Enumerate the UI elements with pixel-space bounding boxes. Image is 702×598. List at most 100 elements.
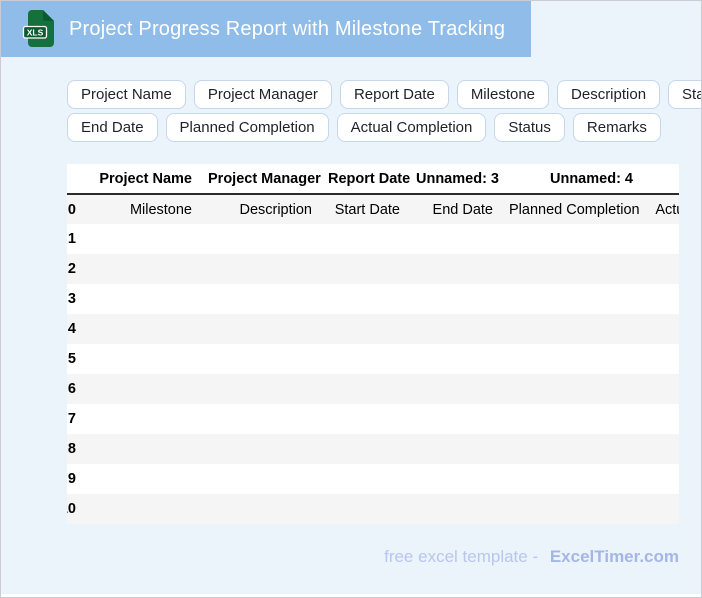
- chip-row-2: End Date Planned Completion Actual Complet…: [67, 113, 701, 142]
- column-chip-planned-completion[interactable]: Planned Completion: [165, 113, 329, 142]
- table-row: 7: [67, 404, 679, 434]
- table-cell: [501, 494, 641, 524]
- table-col-header: Project Name: [84, 164, 200, 195]
- table-cell: [408, 464, 501, 494]
- exceltimer-link[interactable]: ExcelTimer.com: [550, 547, 679, 566]
- table-cell: [84, 284, 200, 314]
- table-cell: [320, 464, 408, 494]
- table-cell: [84, 374, 200, 404]
- table-col-header: Unnamed: 4: [501, 164, 641, 195]
- table-cell: [641, 254, 679, 284]
- table-cell: [84, 434, 200, 464]
- column-chip-remarks[interactable]: Remarks: [572, 113, 661, 142]
- table-cell: [641, 404, 679, 434]
- table-cell: [641, 314, 679, 344]
- table-cell: [320, 254, 408, 284]
- table-cell: [641, 464, 679, 494]
- table-row: 0 Milestone Description Start Date End Date P…: [67, 194, 679, 224]
- table-cell: [641, 224, 679, 254]
- table-cell: Start Date: [334, 201, 400, 218]
- table-row: 3: [67, 284, 679, 314]
- table-row: 4: [67, 314, 679, 344]
- table-cell: [84, 464, 200, 494]
- table-cell: [408, 344, 501, 374]
- data-table: Project Name Project Manager Report Date Un…: [67, 164, 679, 524]
- table-row: 6: [67, 374, 679, 404]
- column-chip-start-date[interactable]: Start Date: [668, 80, 701, 109]
- table-cell: Description: [239, 201, 312, 218]
- column-chips: Project Name Project Manager Report Date Mi…: [67, 80, 701, 146]
- table-row: 9: [67, 464, 679, 494]
- table-row: 2: [67, 254, 679, 284]
- column-chip-status[interactable]: Status: [494, 113, 565, 142]
- table-cell: [84, 224, 200, 254]
- row-index: 8: [67, 441, 76, 457]
- table-cell: [501, 284, 641, 314]
- column-chip-project-manager[interactable]: Project Manager: [193, 80, 332, 109]
- table-cell: [84, 344, 200, 374]
- table-cell: [320, 404, 408, 434]
- table-cell: Actual Completion: [655, 201, 679, 218]
- column-chip-end-date[interactable]: End Date: [67, 113, 158, 142]
- row-index: 5: [67, 351, 76, 367]
- table-cell: [320, 374, 408, 404]
- column-chip-milestone[interactable]: Milestone: [456, 80, 550, 109]
- table-cell: [408, 224, 501, 254]
- table-cell: [501, 464, 641, 494]
- table-cell: [200, 464, 320, 494]
- footer: free excel template - ExcelTimer.com: [384, 547, 679, 567]
- table-cell: [641, 374, 679, 404]
- row-index: 6: [67, 381, 76, 397]
- table-cell: [641, 434, 679, 464]
- table-cell: [200, 344, 320, 374]
- table-row: 5: [67, 344, 679, 374]
- table-row: 1: [67, 224, 679, 254]
- table-cell: [641, 344, 679, 374]
- column-chip-actual-completion[interactable]: Actual Completion: [336, 113, 487, 142]
- row-index: 9: [67, 471, 76, 487]
- header-bar: XLS Project Progress Report with Milesto…: [1, 1, 531, 57]
- table-cell: [320, 344, 408, 374]
- row-index: 10: [67, 501, 76, 517]
- table-col-header: Unnamed: 3: [408, 164, 501, 195]
- page-title: Project Progress Report with Milestone T…: [69, 17, 506, 40]
- table-cell: [84, 404, 200, 434]
- table-cell: [408, 404, 501, 434]
- table-cell: [320, 494, 408, 524]
- table-cell: [501, 374, 641, 404]
- table-cell: [641, 284, 679, 314]
- table-cell: [501, 404, 641, 434]
- table-cell: Planned Completion: [509, 201, 640, 218]
- table-cell: [501, 224, 641, 254]
- table-cell: [320, 284, 408, 314]
- table-cell: [501, 434, 641, 464]
- table-cell: [200, 224, 320, 254]
- table-cell: [200, 284, 320, 314]
- xls-file-icon: XLS: [22, 9, 56, 49]
- table-cell: Milestone: [129, 201, 192, 218]
- row-index: 1: [67, 231, 76, 247]
- table-head: Project Name Project Manager Report Date Un…: [67, 164, 679, 195]
- row-index: 4: [67, 321, 76, 337]
- table-cell: [320, 434, 408, 464]
- table-cell: [501, 254, 641, 284]
- table-cell: [408, 254, 501, 284]
- table-col-header: Unnamed: 5: [641, 164, 679, 195]
- chip-row-1: Project Name Project Manager Report Date Mi…: [67, 80, 701, 109]
- table-header-row: Project Name Project Manager Report Date Un…: [67, 164, 679, 195]
- table-row: 10: [67, 494, 679, 524]
- column-chip-description[interactable]: Description: [557, 80, 661, 109]
- table-row: 8: [67, 434, 679, 464]
- row-index: 7: [67, 411, 76, 427]
- row-index: 3: [67, 291, 76, 307]
- table-col-header: Project Manager: [200, 164, 321, 195]
- table-cell: [501, 314, 641, 344]
- column-chip-report-date[interactable]: Report Date: [339, 80, 449, 109]
- row-index: 2: [67, 261, 76, 277]
- table-cell: [408, 314, 501, 344]
- row-index: 0: [67, 201, 76, 218]
- table-cell: [320, 224, 408, 254]
- table-col-header: Report Date: [320, 164, 410, 195]
- table-cell: [408, 494, 501, 524]
- column-chip-project-name[interactable]: Project Name: [67, 80, 186, 109]
